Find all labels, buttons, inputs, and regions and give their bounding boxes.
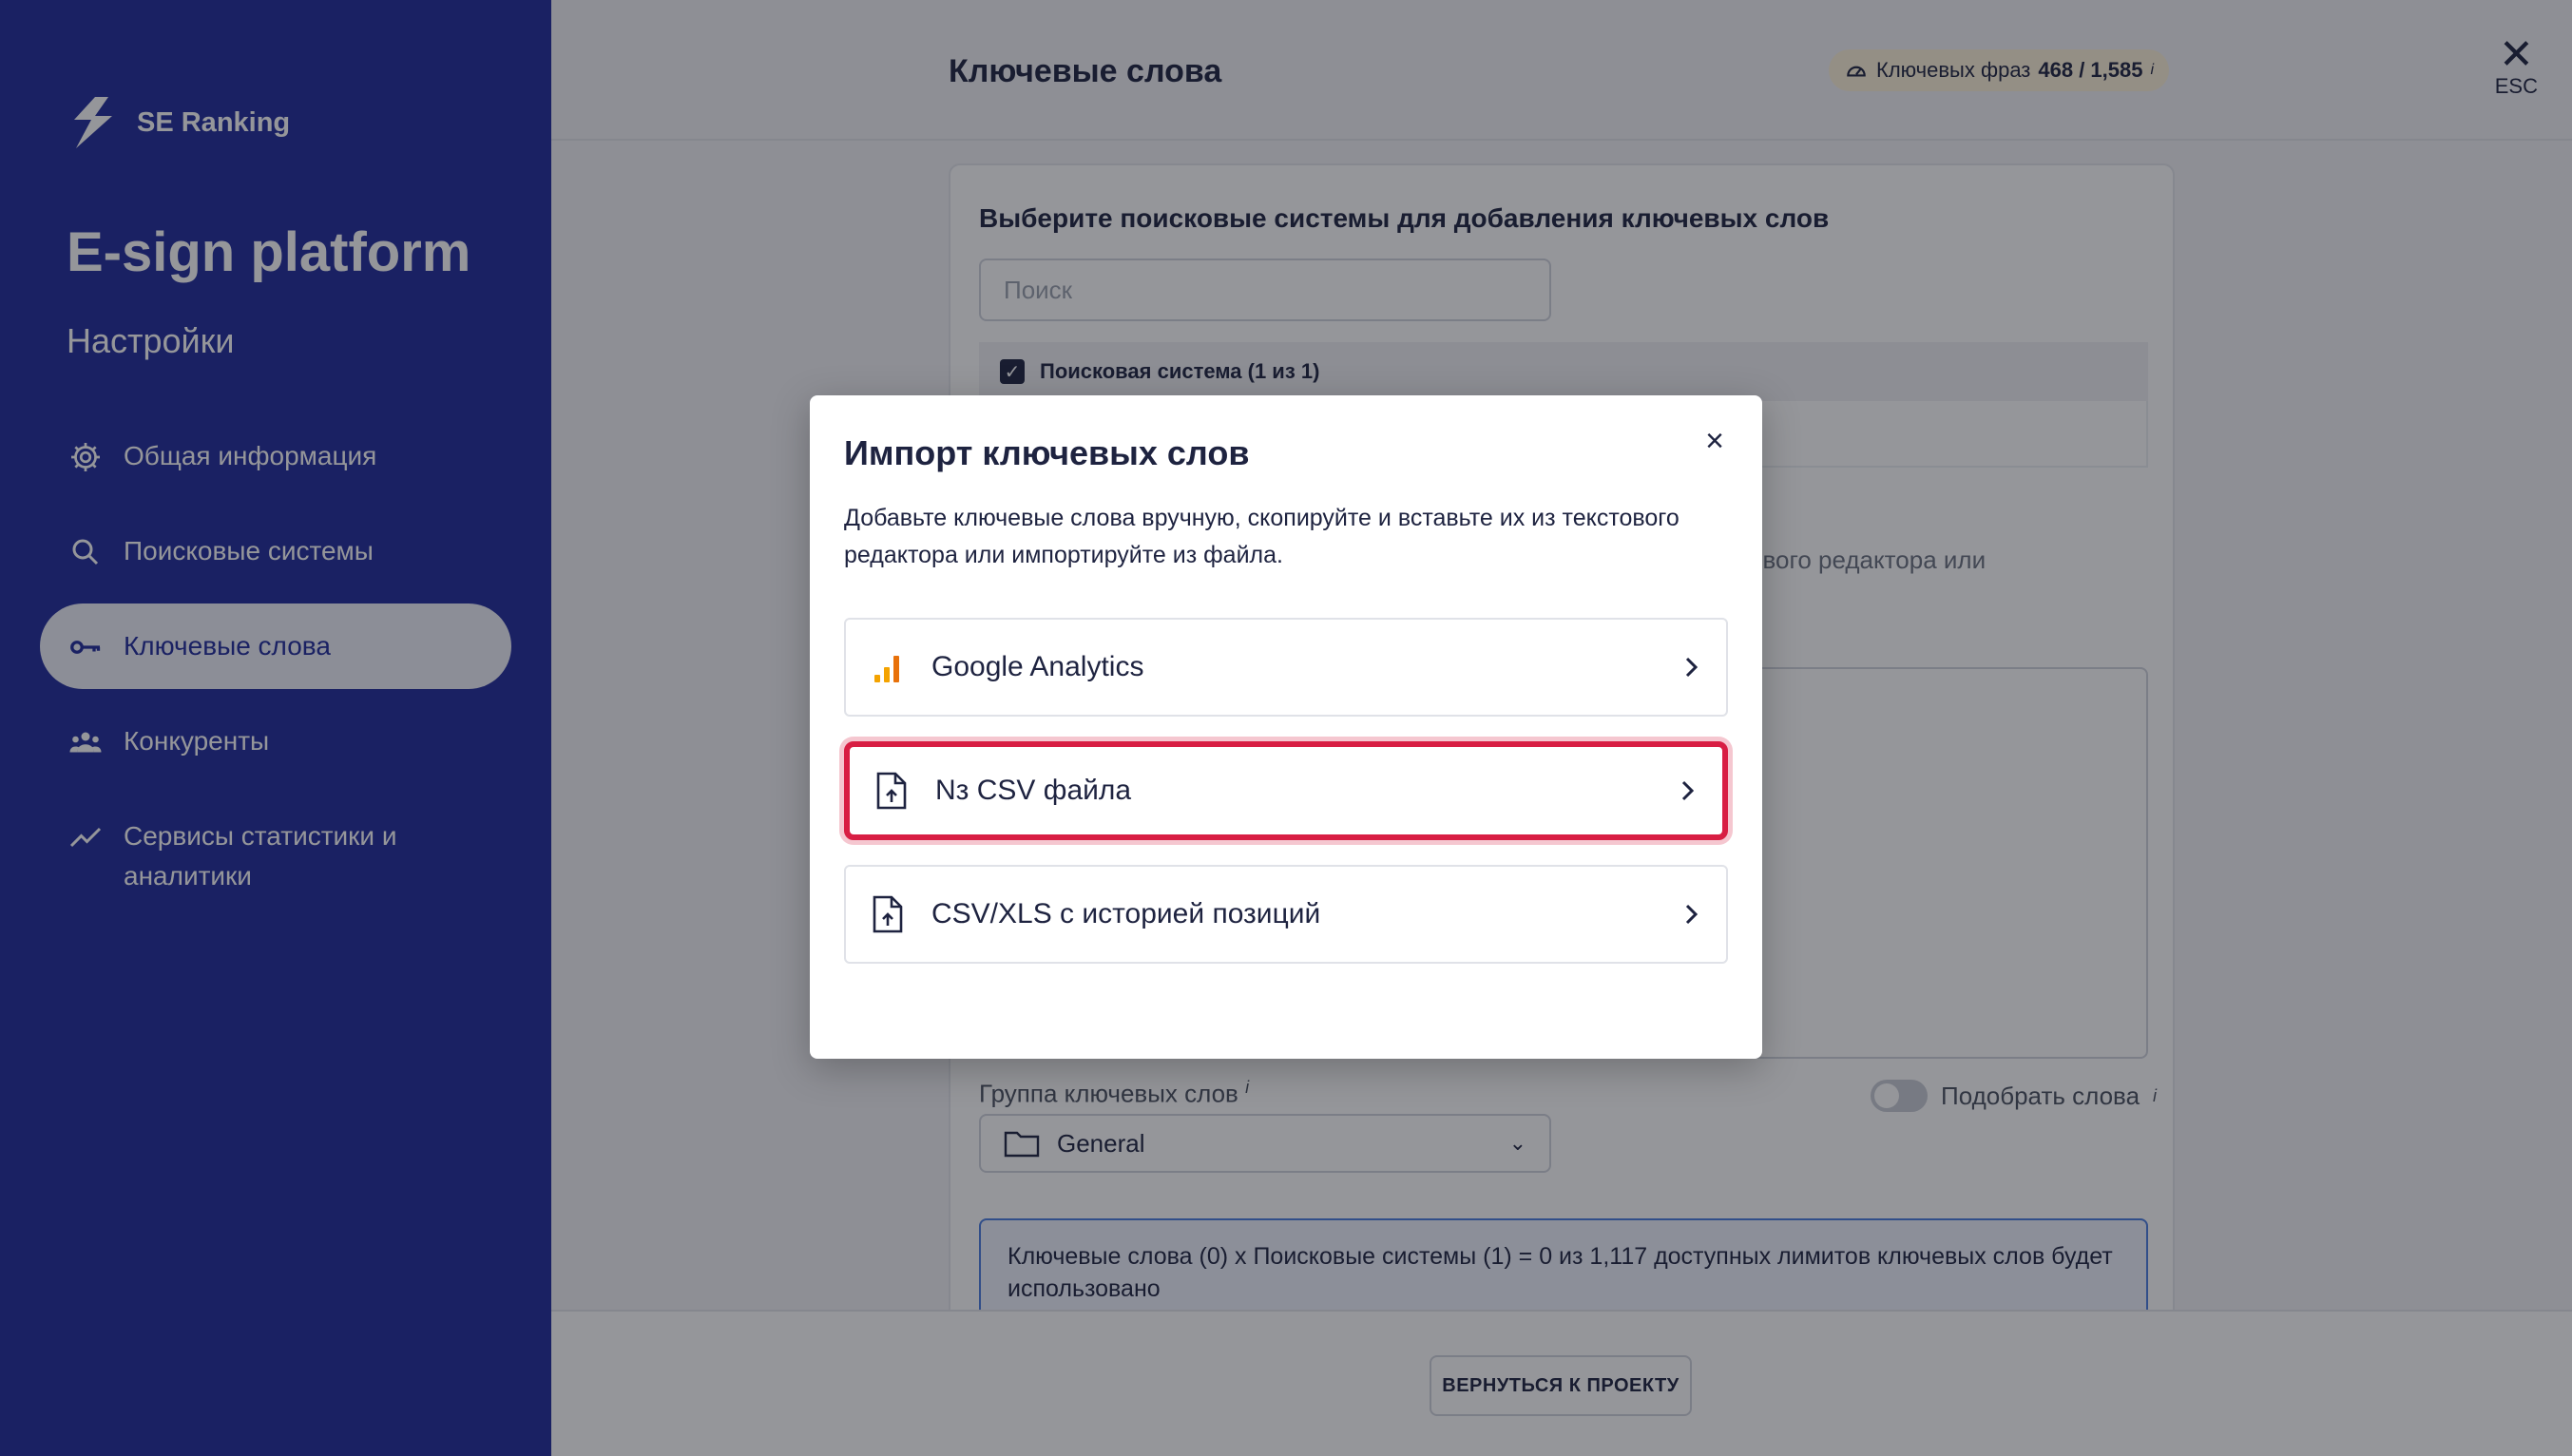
file-upload-icon [876,772,907,810]
import-option-csv-file[interactable]: Nз CSV файла [844,741,1728,840]
modal-close-button[interactable]: × [1696,422,1734,460]
modal-title: Импорт ключевых слов [844,433,1250,472]
modal-description: Добавьте ключевые слова вручную, скопиру… [844,505,1679,568]
import-keywords-modal: Импорт ключевых слов × Добавьте ключевые… [810,395,1762,1059]
chevron-right-icon [1681,780,1695,801]
close-icon: × [1705,422,1724,459]
option-label: Google Analytics [931,651,1144,682]
file-upload-icon [873,895,903,933]
import-option-google-analytics[interactable]: Google Analytics [844,618,1728,717]
import-option-csv-xls-history[interactable]: CSV/XLS с историей позиций [844,865,1728,964]
option-label: CSV/XLS с историей позиций [931,898,1321,929]
chevron-right-icon [1685,657,1699,678]
google-analytics-icon [874,656,899,682]
option-label: Nз CSV файла [935,775,1132,806]
chevron-right-icon [1685,904,1699,925]
